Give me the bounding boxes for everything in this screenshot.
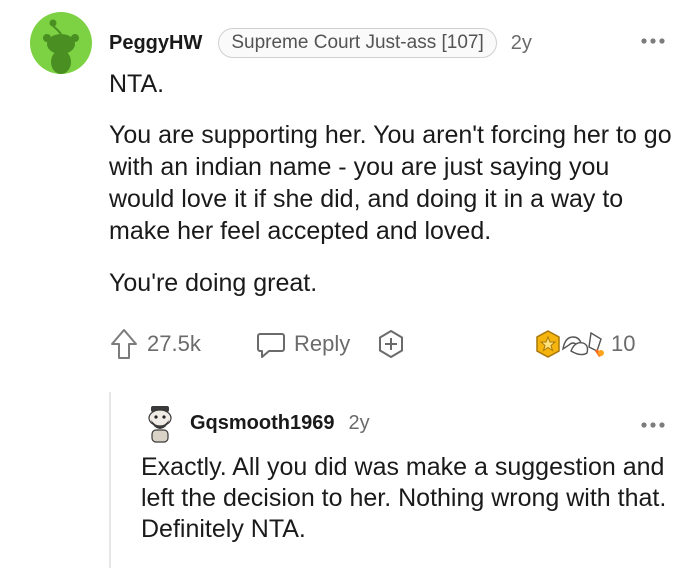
reply-body: Exactly. All you did was make a suggesti…	[141, 453, 667, 543]
add-award-icon	[379, 330, 403, 358]
comment-username[interactable]: PeggyHW	[109, 32, 202, 55]
reply-header: Gqsmooth1969 2y	[190, 409, 370, 437]
thread-line[interactable]	[109, 392, 111, 568]
snoo-avatar-icon	[30, 12, 92, 74]
upvote-icon	[111, 329, 137, 359]
upvote-button[interactable]: 27.5k	[109, 324, 201, 364]
comment-header: PeggyHW Supreme Court Just-ass [107] 2y	[109, 28, 532, 58]
user-flair: Supreme Court Just-ass [107]	[218, 28, 497, 58]
comment-action-bar: 27.5k Reply 10	[109, 324, 669, 364]
reply-icon	[257, 333, 285, 358]
avatar[interactable]	[30, 12, 92, 74]
bearded-snoo-avatar-icon	[148, 406, 172, 443]
more-options-icon[interactable]	[640, 28, 666, 48]
reply-label: Reply	[294, 331, 351, 356]
reply-button[interactable]: Reply	[255, 324, 350, 364]
comment-paragraph: You are supporting her. You aren't forci…	[109, 121, 672, 245]
comment-paragraph: You're doing great.	[109, 269, 318, 297]
more-options-icon[interactable]	[640, 412, 666, 432]
comment-age: 2y	[510, 31, 532, 54]
reply-avatar[interactable]	[143, 404, 177, 444]
awards-count: 10	[611, 331, 636, 356]
reply-username[interactable]: Gqsmooth1969	[190, 412, 334, 435]
awards-display[interactable]: 10	[533, 324, 635, 364]
reply-age: 2y	[348, 411, 370, 434]
comment-paragraph: NTA.	[109, 70, 165, 98]
vote-count: 27.5k	[147, 331, 201, 356]
add-award-button[interactable]	[375, 324, 407, 364]
rocket-award-icon	[588, 331, 604, 357]
